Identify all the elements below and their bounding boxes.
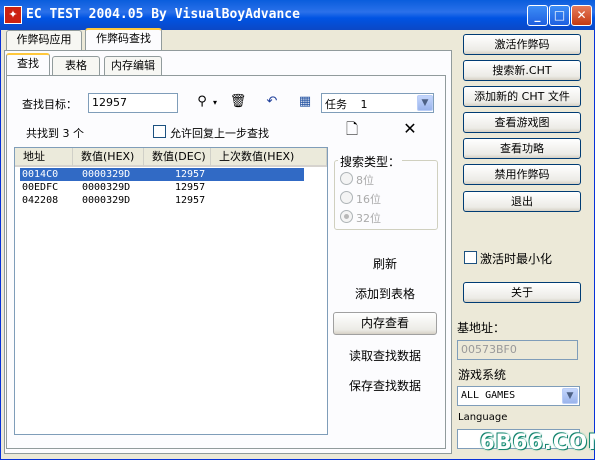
close-button[interactable]: ✕ <box>571 5 592 26</box>
task-label: 任务 <box>325 98 347 111</box>
minimize-on-activate-checkbox[interactable] <box>464 251 477 264</box>
table-row[interactable]: 00EDFC 0000329D 12957 <box>20 181 304 194</box>
add-to-table-button[interactable]: 添加到表格 <box>333 285 437 302</box>
language-label: Language <box>458 412 508 423</box>
minimize-button[interactable]: _ <box>527 5 548 26</box>
close-x-icon[interactable]: ✕ <box>400 120 420 138</box>
row-hex: 0000329D <box>82 182 131 193</box>
chevron-down-icon[interactable]: ▼ <box>417 95 433 111</box>
allow-undo-label: 允许回复上一步查找 <box>170 127 269 140</box>
radio-8bit-label: 8位 <box>356 174 374 187</box>
col-header-dec[interactable]: 数值(DEC) <box>144 148 211 167</box>
view-game-image-button[interactable]: 查看游戏图 <box>463 112 581 133</box>
tab-cheat-apply[interactable]: 作弊码应用 <box>6 30 82 50</box>
row-hex: 0000329D <box>82 169 131 180</box>
row-hex: 0000329D <box>82 195 131 206</box>
refresh-button[interactable]: 刷新 <box>333 255 437 272</box>
new-file-icon[interactable]: 🗋 <box>342 120 362 138</box>
game-system-label: 游戏系统 <box>458 368 507 382</box>
save-search-data-button[interactable]: 保存查找数据 <box>333 377 437 394</box>
binoculars-icon[interactable]: ⚲ <box>192 93 212 111</box>
radio-32bit[interactable] <box>340 210 353 223</box>
row-dec: 12957 <box>175 182 206 193</box>
row-address: 00EDFC <box>22 182 59 193</box>
add-cht-file-button[interactable]: 添加新的 CHT 文件 <box>463 86 581 107</box>
col-header-address[interactable]: 地址 <box>15 148 73 167</box>
about-button[interactable]: 关于 <box>463 282 581 303</box>
search-target-label: 查找目标： <box>22 98 77 111</box>
trash-icon[interactable]: 🗑 <box>228 93 248 111</box>
search-type-title: 搜索类型： <box>338 153 403 170</box>
row-address: 042208 <box>22 195 59 206</box>
base-address-field: 00573BF0 <box>457 340 578 360</box>
chevron-down-icon[interactable]: ▼ <box>562 388 578 404</box>
row-dec: 12957 <box>175 169 206 180</box>
search-new-cht-button[interactable]: 搜索新.CHT <box>463 60 581 81</box>
tab-memory-edit[interactable]: 内存编辑 <box>104 56 162 76</box>
tab-table[interactable]: 表格 <box>52 56 100 76</box>
tab-cheat-search[interactable]: 作弊码查找 <box>85 28 162 51</box>
maximize-button[interactable]: □ <box>549 5 570 26</box>
radio-32bit-label: 32位 <box>356 212 381 225</box>
radio-8bit[interactable] <box>340 172 353 185</box>
undo-icon[interactable]: ↶ <box>262 93 282 111</box>
radio-16bit[interactable] <box>340 191 353 204</box>
table-row[interactable]: 0014C0 0000329D 12957 <box>20 168 304 181</box>
memory-view-button[interactable]: 内存查看 <box>333 312 437 335</box>
app-icon[interactable]: ✦ <box>4 6 22 24</box>
task-value: 1 <box>360 98 368 111</box>
radio-16bit-label: 16位 <box>356 193 381 206</box>
load-search-data-button[interactable]: 读取查找数据 <box>333 347 437 364</box>
found-count-text: 共找到 3 个 <box>26 127 84 140</box>
allow-undo-checkbox[interactable] <box>153 125 166 138</box>
watermark-logo: 6B66.COM <box>480 430 595 454</box>
row-dec: 12957 <box>175 195 206 206</box>
row-address: 0014C0 <box>22 169 59 180</box>
activate-cheat-button[interactable]: 激活作弊码 <box>463 34 581 55</box>
exit-button[interactable]: 退出 <box>463 191 581 212</box>
window-title: EC TEST 2004.05 By VisualBoyAdvance <box>26 7 300 22</box>
minimize-on-activate-label: 激活时最小化 <box>480 252 553 266</box>
disable-cheat-button[interactable]: 禁用作弊码 <box>463 164 581 185</box>
search-target-input[interactable]: 12957 <box>88 93 178 113</box>
dropdown-arrow-icon[interactable]: ▾ <box>213 98 217 107</box>
base-address-label: 基地址： <box>457 321 506 335</box>
col-header-last-hex[interactable]: 上次数值(HEX) <box>211 148 327 167</box>
col-header-hex[interactable]: 数值(HEX) <box>73 148 144 167</box>
calculator-icon[interactable]: ▦ <box>295 93 315 111</box>
tab-search[interactable]: 查找 <box>6 53 50 76</box>
view-guide-button[interactable]: 查看功略 <box>463 138 581 159</box>
table-row[interactable]: 042208 0000329D 12957 <box>20 194 304 207</box>
